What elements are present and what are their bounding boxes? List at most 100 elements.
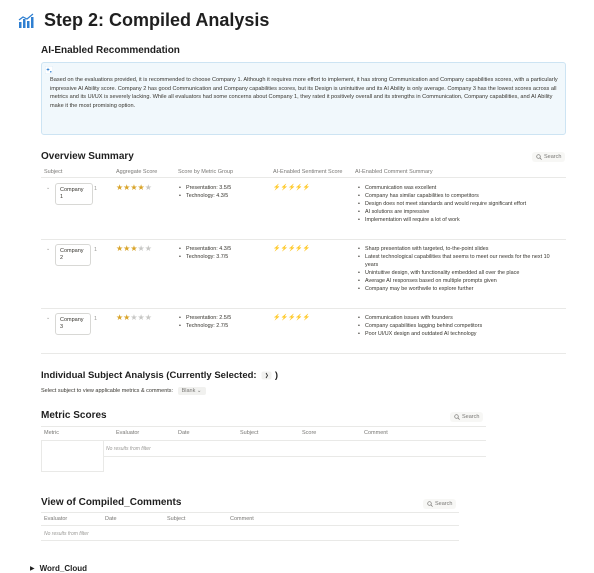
metric-scores-heading: Metric Scores — [41, 410, 107, 421]
list-item: Poor UI/UX design and outdated AI techno… — [358, 330, 563, 338]
chevron-down-icon: ⌄ — [196, 388, 202, 394]
comment-summary-list: Communication was excellent Company has … — [358, 184, 563, 224]
list-item: Communication was excellent — [358, 184, 563, 192]
list-item: Company has similar capabilities to comp… — [358, 192, 563, 200]
star-rating: ★★★★★ — [116, 183, 152, 192]
search-icon — [427, 501, 433, 507]
search-label: Search — [544, 154, 562, 160]
header-divider — [41, 177, 566, 178]
list-item: Sharp presentation with targeted, to-the… — [358, 245, 563, 253]
search-label: Search — [462, 414, 480, 420]
subject-chip[interactable]: Company 3 — [55, 313, 91, 335]
sparkles-icon — [45, 66, 53, 74]
col-header-subject: Subject — [44, 169, 63, 175]
individual-heading-end: ) — [274, 370, 279, 381]
col-header-score-by-metric: Score by Metric Group — [178, 169, 234, 175]
col-header-metric: Metric — [44, 430, 59, 436]
chevron-down-icon[interactable]: ⌄ — [46, 246, 50, 252]
table-row[interactable]: ⌄ Company 3 1 ★★★★★ Presentation: 2.5/5 … — [41, 310, 566, 352]
col-header-date: Date — [178, 430, 190, 436]
table-top-border — [41, 512, 459, 513]
row-divider — [41, 308, 566, 309]
row-divider — [41, 353, 566, 354]
sentiment-score: ⚡⚡⚡⚡⚡ — [273, 315, 311, 321]
col-header-score: Score — [302, 430, 317, 436]
word-cloud-label: Word_Cloud — [39, 564, 88, 573]
table-row[interactable]: ⌄ Company 2 1 ★★★★★ Presentation: 4.3/5 … — [41, 241, 566, 306]
search-label: Search — [435, 501, 453, 507]
empty-state-text: No results from filter — [106, 446, 151, 452]
col-header-sentiment-score: AI-Enabled Sentiment Score — [273, 169, 343, 175]
recommendation-heading: AI-Enabled Recommendation — [41, 45, 180, 56]
table-top-border — [41, 426, 486, 427]
overview-heading: Overview Summary — [41, 151, 134, 162]
word-cloud-toggle[interactable]: ▶ Word_Cloud — [30, 564, 87, 573]
star-rating: ★★★★★ — [116, 313, 152, 322]
row-count: 1 — [94, 316, 98, 322]
list-item: Technology: 3.7/5 — [179, 253, 231, 261]
col-header-subject: Subject — [167, 516, 186, 522]
col-header-subject: Subject — [240, 430, 259, 436]
comment-summary-list: Communication issues with founders Compa… — [358, 314, 563, 338]
metric-scores-search-button[interactable]: Search — [450, 412, 484, 422]
empty-state-text: No results from filter — [44, 531, 89, 537]
metric-group-list: Presentation: 2.5/5 Technology: 2.7/5 — [179, 314, 231, 330]
subject-select-row: Select subject to view applicable metric… — [41, 387, 206, 395]
star-rating: ★★★★★ — [116, 244, 152, 253]
list-item: Latest technological capabilities that s… — [358, 253, 563, 269]
page-title-row: Step 2: Compiled Analysis — [18, 10, 269, 31]
individual-heading-text: Individual Subject Analysis (Currently S… — [41, 370, 257, 381]
overview-search-button[interactable]: Search — [532, 152, 566, 162]
sentiment-score: ⚡⚡⚡⚡⚡ — [273, 185, 311, 191]
list-item: Unintuitive design, with functionality e… — [358, 269, 563, 277]
group-border-bottom — [41, 471, 104, 472]
col-header-comment: Comment — [364, 430, 388, 436]
header-divider — [41, 440, 486, 441]
search-icon — [454, 414, 460, 420]
row-count: 1 — [94, 186, 98, 192]
col-header-date: Date — [105, 516, 117, 522]
compiled-comments-search-button[interactable]: Search — [423, 499, 457, 509]
col-header-aggregate-score: Aggregate Score — [116, 169, 158, 175]
recommendation-callout: Based on the evaluations provided, it is… — [41, 62, 566, 135]
bar-chart-icon — [18, 13, 34, 28]
dropdown-value: Blank — [181, 388, 196, 394]
page-title: Step 2: Compiled Analysis — [44, 10, 270, 30]
compiled-comments-heading: View of Compiled_Comments — [41, 497, 182, 508]
list-item: Design does not meet standards and would… — [358, 200, 563, 208]
subject-select-dropdown[interactable]: Blank ⌄ — [177, 387, 206, 395]
list-item: Implementation will require a lot of wor… — [358, 216, 563, 224]
triangle-right-icon[interactable]: ▶ — [30, 565, 35, 572]
chevron-down-icon[interactable]: ⌄ — [46, 315, 50, 321]
individual-analysis-heading: Individual Subject Analysis (Currently S… — [41, 370, 278, 381]
metric-group-list: Presentation: 4.3/5 Technology: 3.7/5 — [179, 245, 231, 261]
list-item: Communication issues with founders — [358, 314, 563, 322]
list-item: Presentation: 3.5/5 — [179, 184, 231, 192]
list-item: AI solutions are impressive — [358, 208, 563, 216]
subject-select-prompt: Select subject to view applicable metric… — [41, 388, 174, 394]
table-row[interactable]: ⌄ Company 1 1 ★★★★★ Presentation: 3.5/5 … — [41, 180, 566, 238]
selected-subject-chip[interactable] — [261, 371, 272, 380]
subject-chip[interactable]: Company 1 — [55, 183, 93, 205]
sentiment-score: ⚡⚡⚡⚡⚡ — [273, 246, 311, 252]
list-item: Presentation: 2.5/5 — [179, 314, 231, 322]
subject-chip[interactable]: Company 2 — [55, 244, 91, 266]
list-item: Technology: 2.7/5 — [179, 322, 231, 330]
search-icon — [536, 154, 542, 160]
list-item: Technology: 4.3/5 — [179, 192, 231, 200]
empty-row-divider — [103, 456, 486, 457]
col-header-evaluator: Evaluator — [44, 516, 68, 522]
list-item: Average AI responses based on multiple p… — [358, 277, 563, 285]
list-item: Company may be worthwile to explore furt… — [358, 285, 563, 293]
recommendation-text: Based on the evaluations provided, it is… — [50, 77, 558, 109]
chevron-down-icon[interactable]: ⌄ — [46, 185, 50, 191]
list-item: Company capabilities lagging behind comp… — [358, 322, 563, 330]
comment-summary-list: Sharp presentation with targeted, to-the… — [358, 245, 563, 293]
row-divider — [41, 239, 566, 240]
col-header-comment: Comment — [230, 516, 254, 522]
group-border-left — [41, 440, 42, 472]
col-header-comment-summary: AI-Enabled Comment Summary — [355, 169, 433, 175]
row-count: 1 — [94, 247, 98, 253]
metric-group-list: Presentation: 3.5/5 Technology: 4.3/5 — [179, 184, 231, 200]
empty-row-divider — [41, 540, 459, 541]
